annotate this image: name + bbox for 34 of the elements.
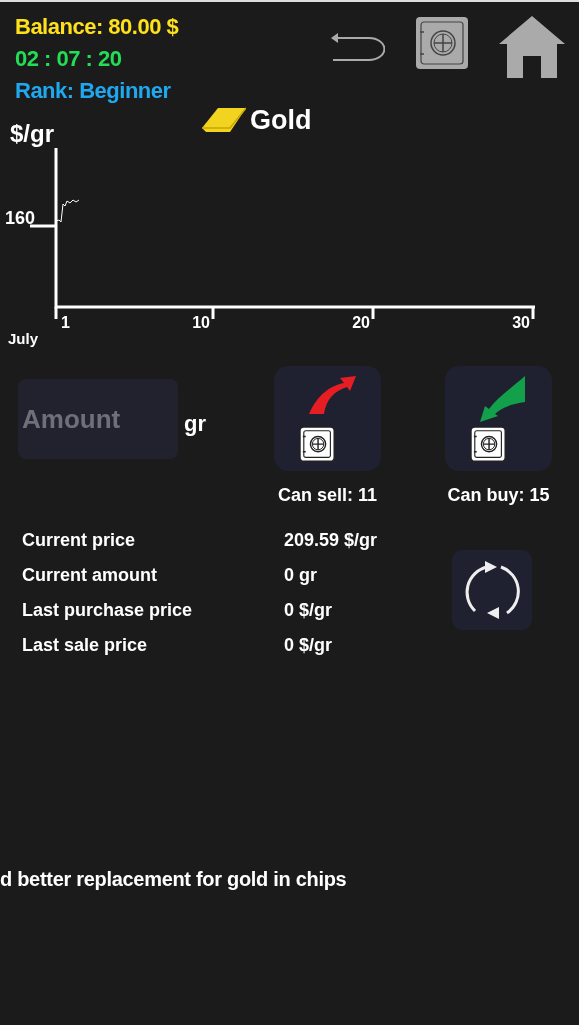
chart-title: Gold — [250, 104, 312, 136]
price-line — [55, 199, 80, 223]
axis-tick-label: 160 — [5, 208, 36, 228]
balance-label: Balance: 80.00 $ — [15, 14, 179, 40]
rank-label: Rank: Beginner — [15, 78, 172, 104]
info-value: 0 gr — [284, 565, 318, 586]
info-value: 0 $/gr — [284, 600, 334, 621]
timer: 02 : 07 : 20 — [15, 46, 123, 72]
month-label: July — [8, 330, 38, 347]
amount-field[interactable]: Amount — [18, 379, 178, 459]
safe-icon — [299, 426, 335, 462]
unit-label: gr — [184, 411, 206, 437]
info-label: Current amount — [22, 565, 158, 586]
arrow-up-icon — [309, 376, 356, 414]
can-buy-label: Can buy: 15 — [447, 485, 550, 506]
safe-icon[interactable] — [415, 16, 469, 70]
axis-tick-label: 1 — [61, 314, 70, 331]
info-value: 209.59 $/gr — [284, 530, 379, 551]
info-value: 0 $/gr — [284, 635, 334, 656]
news-ticker: d better replacement for gold in chips — [0, 868, 348, 891]
axis-unit: $/gr — [10, 120, 54, 147]
refresh-button[interactable] — [452, 550, 532, 630]
axis-tick-label: 30 — [512, 314, 530, 331]
buy-button[interactable] — [445, 366, 552, 471]
info-label: Last sale price — [22, 635, 149, 656]
safe-icon — [470, 426, 506, 462]
info-label: Last purchase price — [22, 600, 194, 621]
axis-tick-label: 10 — [192, 314, 210, 331]
can-sell-label: Can sell: 11 — [277, 485, 378, 506]
axis-tick-label: 20 — [352, 314, 370, 331]
home-icon[interactable] — [499, 16, 565, 78]
info-label: Current price — [22, 530, 137, 551]
sell-button[interactable] — [274, 366, 381, 471]
arrow-down-icon — [480, 376, 525, 422]
